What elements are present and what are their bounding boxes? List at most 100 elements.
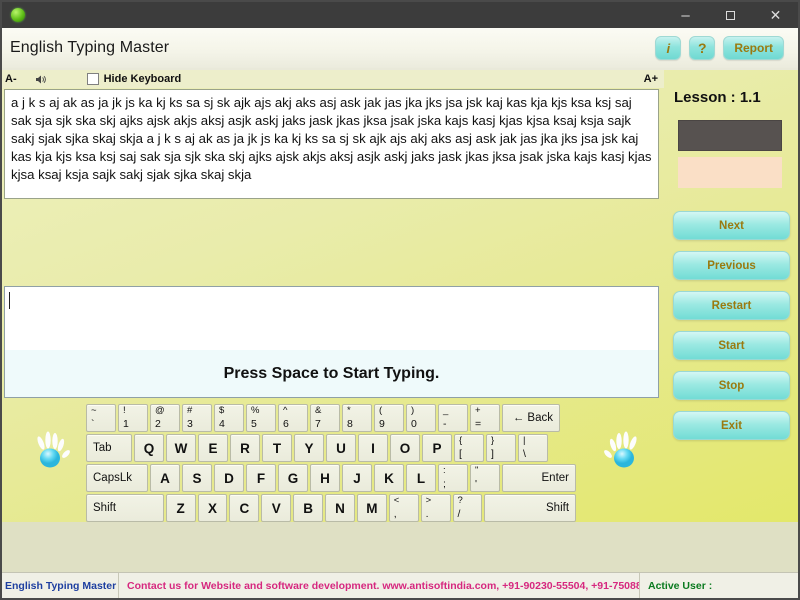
key-9[interactable]: (9 (374, 404, 404, 432)
key-1[interactable]: !1 (118, 404, 148, 432)
key-n[interactable]: N (325, 494, 355, 522)
key-upper-label: | (523, 435, 525, 446)
stop-button[interactable]: Stop (673, 371, 790, 400)
key-shift[interactable]: Shift (86, 494, 164, 522)
speaker-glyph (35, 74, 47, 85)
key-0[interactable]: )0 (406, 404, 436, 432)
key-b[interactable]: B (293, 494, 323, 522)
hide-keyboard-checkbox[interactable] (87, 73, 99, 85)
hide-keyboard-toggle[interactable]: Hide Keyboard (87, 73, 182, 85)
key-tab[interactable]: Tab (86, 434, 132, 462)
key-m[interactable]: M (357, 494, 387, 522)
key-upper-label: } (491, 435, 494, 446)
maximize-button[interactable] (708, 2, 753, 28)
key-lower-label: / (458, 508, 461, 521)
key-f[interactable]: F (246, 464, 276, 492)
key-e[interactable]: E (198, 434, 228, 462)
key-q[interactable]: Q (134, 434, 164, 462)
key-4[interactable]: $4 (214, 404, 244, 432)
key-2[interactable]: @2 (150, 404, 180, 432)
typing-hint-text: Press Space to Start Typing. (224, 365, 440, 383)
help-button[interactable]: ? (689, 36, 715, 60)
lesson-text-display: a j k s aj ak as ja jk js ka kj ks sa sj… (4, 89, 659, 199)
key-6[interactable]: ^6 (278, 404, 308, 432)
key-upper-label: * (347, 405, 351, 416)
font-increase-button[interactable]: A+ (644, 73, 658, 85)
key-.[interactable]: >. (421, 494, 451, 522)
key-`[interactable]: ~` (86, 404, 116, 432)
key-u[interactable]: U (326, 434, 356, 462)
speaker-icon[interactable] (35, 74, 47, 85)
key-z[interactable]: Z (166, 494, 196, 522)
right-sidebar: Lesson : 1.1 Next Previous Restart Start… (664, 70, 798, 522)
key-lower-label: ' (475, 478, 477, 491)
start-button[interactable]: Start (673, 331, 790, 360)
key-v[interactable]: V (261, 494, 291, 522)
key-/[interactable]: ?/ (453, 494, 483, 522)
key-upper-label: ( (379, 405, 382, 416)
key-j[interactable]: J (342, 464, 372, 492)
key-5[interactable]: %5 (246, 404, 276, 432)
page-title: English Typing Master (10, 39, 169, 57)
key-g[interactable]: G (278, 464, 308, 492)
key-c[interactable]: C (229, 494, 259, 522)
key-y[interactable]: Y (294, 434, 324, 462)
restart-button[interactable]: Restart (673, 291, 790, 320)
key-7[interactable]: &7 (310, 404, 340, 432)
key-upper-label: { (459, 435, 462, 446)
key-,[interactable]: <, (389, 494, 419, 522)
key-a[interactable]: A (150, 464, 180, 492)
keyboard-row-1: ~`!1@2#3$4%5^6&7*8(9)0_-+=← Back (86, 404, 578, 432)
key-3[interactable]: #3 (182, 404, 212, 432)
key-shift[interactable]: Shift (484, 494, 576, 522)
key-o[interactable]: O (390, 434, 420, 462)
key--[interactable]: _- (438, 404, 468, 432)
key-lower-label: 2 (155, 418, 161, 431)
key-\[interactable]: |\ (518, 434, 548, 462)
key-upper-label: ! (123, 405, 126, 416)
bottom-filler (2, 522, 798, 572)
typing-input-area[interactable]: Press Space to Start Typing. (4, 286, 659, 398)
report-button[interactable]: Report (723, 36, 784, 60)
key-upper-label: ? (458, 495, 463, 506)
key-lower-label: 7 (315, 418, 321, 431)
app-header: English Typing Master i ? Report (2, 28, 798, 68)
key-t[interactable]: T (262, 434, 292, 462)
key-upper-label: % (251, 405, 259, 416)
key-l[interactable]: L (406, 464, 436, 492)
key-][interactable]: }] (486, 434, 516, 462)
key-h[interactable]: H (310, 464, 340, 492)
key-x[interactable]: X (198, 494, 228, 522)
key-8[interactable]: *8 (342, 404, 372, 432)
key-r[interactable]: R (230, 434, 260, 462)
key-;[interactable]: :; (438, 464, 468, 492)
keyboard-row-4: ShiftZXCVBNM<,>.?/Shift (86, 494, 578, 522)
status-active-user: Active User : (640, 573, 798, 599)
key-'[interactable]: "' (470, 464, 500, 492)
timer-display (678, 120, 782, 151)
key-lower-label: 5 (251, 418, 257, 431)
key-back[interactable]: ← Back (502, 404, 560, 432)
key-lower-label: 4 (219, 418, 225, 431)
next-button[interactable]: Next (673, 211, 790, 240)
key-lower-label: 9 (379, 418, 385, 431)
keyboard-row-2: TabQWERTYUIOP{[}]|\ (86, 434, 578, 462)
exit-button[interactable]: Exit (673, 411, 790, 440)
key-[[interactable]: {[ (454, 434, 484, 462)
key-p[interactable]: P (422, 434, 452, 462)
key-capslk[interactable]: CapsLk (86, 464, 148, 492)
close-button[interactable]: ✕ (753, 2, 798, 28)
key-w[interactable]: W (166, 434, 196, 462)
info-button[interactable]: i (655, 36, 681, 60)
key-lower-label: = (475, 418, 481, 431)
key-i[interactable]: I (358, 434, 388, 462)
key-=[interactable]: += (470, 404, 500, 432)
key-k[interactable]: K (374, 464, 404, 492)
key-d[interactable]: D (214, 464, 244, 492)
key-lower-label: , (394, 508, 397, 521)
key-upper-label: > (426, 495, 432, 506)
key-enter[interactable]: Enter (502, 464, 576, 492)
key-s[interactable]: S (182, 464, 212, 492)
previous-button[interactable]: Previous (673, 251, 790, 280)
font-decrease-button[interactable]: A- (5, 73, 17, 85)
